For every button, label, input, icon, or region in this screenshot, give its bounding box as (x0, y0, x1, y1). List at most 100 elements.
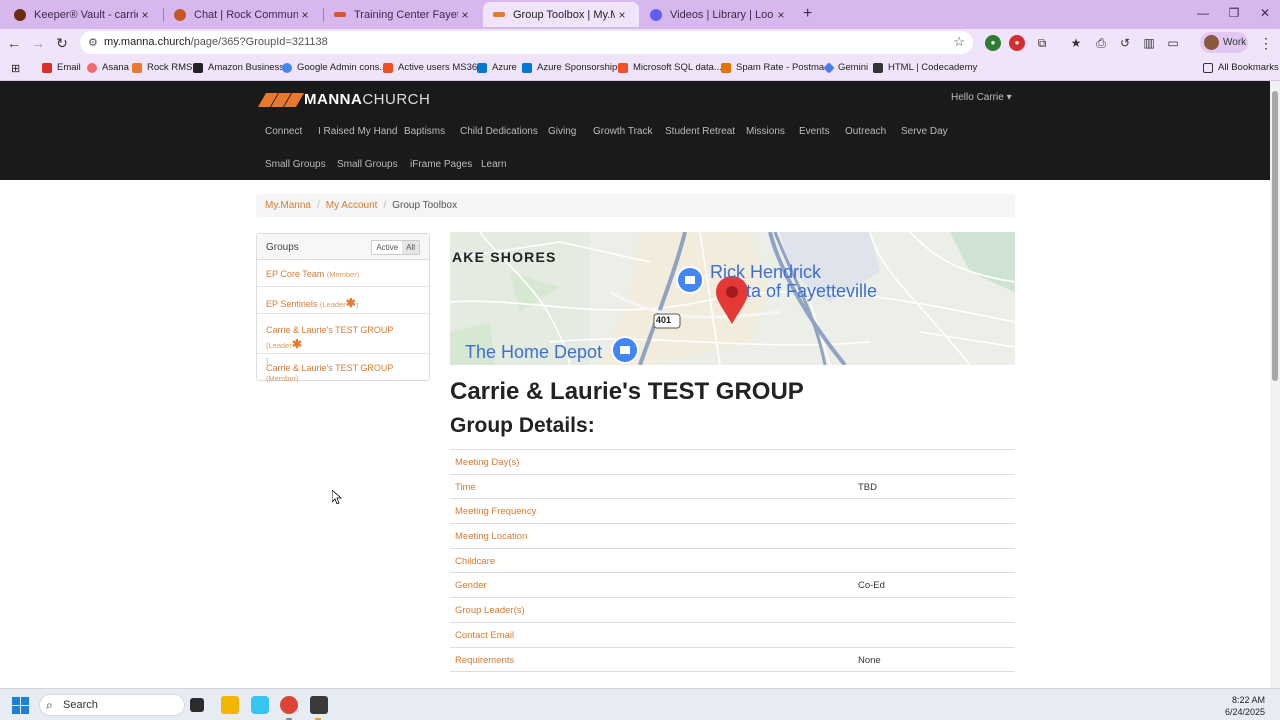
map-label: Rick Hendrick (710, 262, 822, 282)
taskbar-search[interactable]: ⌕ Search (39, 694, 185, 716)
nav-baptisms[interactable]: Baptisms (404, 126, 445, 137)
breadcrumb-my-manna[interactable]: My.Manna (265, 200, 311, 211)
bookmark-rock-rms[interactable]: Rock RMS (132, 62, 192, 73)
map-label: ta of Fayetteville (746, 281, 878, 301)
close-tab-icon[interactable]: × (298, 8, 312, 22)
manna-favicon-icon (334, 12, 346, 17)
url-text: my.manna.church/page/365?GroupId=321138 (104, 36, 328, 48)
bookmark-sql[interactable]: Microsoft SQL data... (618, 62, 722, 73)
manna-favicon-icon (493, 12, 505, 17)
browser-tab[interactable]: Keeper® Vault - carrie.daws@m × (4, 2, 162, 27)
nav-small-groups[interactable]: Small Groups (265, 159, 326, 170)
group-list-item[interactable]: EP Core Team (Member) (257, 260, 429, 287)
road-shield: 401 (656, 315, 672, 325)
forward-icon[interactable]: → (29, 34, 47, 52)
groups-panel: Groups Active All EP Core Team (Member) … (256, 233, 430, 383)
tab-label: Keeper® Vault - carrie.daws@m (34, 8, 138, 21)
bookmark-postmark[interactable]: Spam Rate - Postma... (721, 62, 832, 73)
profile-button[interactable]: Work (1200, 32, 1248, 53)
extension-icon[interactable]: ● (1009, 35, 1025, 51)
print-icon[interactable]: ⎙ (1093, 35, 1109, 51)
breadcrumb-my-account[interactable]: My Account (326, 200, 378, 211)
nav-outreach[interactable]: Outreach (845, 126, 886, 137)
group-list-item-selected[interactable]: Carrie & Laurie's TEST GROUP (Leader✱) (257, 314, 429, 365)
site-info-icon[interactable]: ⚙ (88, 36, 98, 49)
reload-icon[interactable]: ↻ (53, 34, 71, 52)
tab-label: Training Center Fayetteville | Ro (354, 8, 458, 21)
detail-row: Contact Email (450, 623, 1015, 648)
bookmark-email[interactable]: Email (42, 62, 81, 73)
nav-missions[interactable]: Missions (746, 126, 785, 137)
close-window-icon[interactable]: ✕ (1255, 6, 1275, 20)
nav-growth-track[interactable]: Growth Track (593, 126, 652, 137)
bookmark-google-admin[interactable]: Google Admin cons... (282, 62, 387, 73)
bookmark-gemini[interactable]: Gemini (823, 61, 868, 74)
group-location-map[interactable]: AKE SHORES Rick Hendrick ta of Fayettevi… (450, 232, 1015, 365)
bookmark-amazon-business[interactable]: Amazon Business (193, 62, 284, 73)
all-bookmarks-button[interactable]: All Bookmarks (1203, 62, 1279, 73)
menu-kebab-icon[interactable]: ⋮ (1257, 34, 1275, 52)
chrome-icon[interactable] (280, 696, 298, 714)
bookmark-star-icon[interactable]: ☆ (953, 34, 965, 50)
filter-active-button[interactable]: Active (372, 241, 403, 254)
detail-row: Meeting Frequency (450, 499, 1015, 525)
nav-events[interactable]: Events (799, 126, 830, 137)
nav-small-groups-2[interactable]: Small Groups (337, 159, 398, 170)
keeper-favicon-icon (14, 8, 26, 21)
close-tab-icon[interactable]: × (774, 8, 788, 22)
file-explorer-icon[interactable] (221, 696, 239, 714)
close-tab-icon[interactable]: × (615, 8, 629, 22)
browser-toolbar: ← → ↻ ⚙ my.manna.church/page/365?GroupId… (0, 29, 1280, 56)
bookmark-ms365[interactable]: Active users MS365 (383, 62, 482, 73)
bookmark-azure-sponsorships[interactable]: Azure Sponsorships (522, 62, 622, 73)
apps-grid-icon[interactable]: ⊞ (11, 62, 20, 75)
nav-student-retreat[interactable]: Student Retreat (665, 126, 735, 137)
nav-iframe-pages[interactable]: iFrame Pages (410, 159, 472, 170)
minimize-icon[interactable]: — (1193, 6, 1213, 20)
bookmark-asana[interactable]: Asana (87, 62, 129, 73)
history-icon[interactable]: ↺ (1117, 35, 1133, 51)
detail-row: Meeting Location (450, 524, 1015, 549)
nav-learn[interactable]: Learn (481, 159, 507, 170)
delete-icon[interactable]: ▥ (1141, 35, 1157, 51)
group-list-item[interactable]: EP Sentinels (Leader✱) (257, 287, 429, 314)
nav-giving[interactable]: Giving (548, 126, 576, 137)
browser-tab[interactable]: Training Center Fayetteville | Ro × (324, 2, 482, 27)
system-clock[interactable]: 8:22 AM 6/24/2025 (1225, 694, 1265, 718)
bookmark-azure[interactable]: Azure (477, 62, 517, 73)
sticky-notes-icon[interactable] (310, 696, 328, 714)
task-view-icon[interactable] (190, 698, 204, 712)
group-details-table: Meeting Day(s) Time TBD Meeting Frequency… (450, 449, 1015, 673)
nav-i-raised-my-hand[interactable]: I Raised My Hand (318, 126, 397, 137)
amazon-icon (193, 62, 203, 73)
leader-star-icon: ✱ (291, 337, 302, 351)
nav-connect[interactable]: Connect (265, 126, 302, 137)
extension-icon[interactable]: ● (985, 35, 1001, 51)
tab-label: Videos | Library | Loom (670, 8, 774, 21)
bookmarks-bar: ⊞ Email Asana Rock RMS Amazon Business G… (0, 56, 1280, 81)
close-tab-icon[interactable]: × (458, 8, 472, 22)
browser-tab[interactable]: Chat | Rock Community × (164, 2, 322, 27)
bookmarks-icon[interactable]: ★ (1068, 35, 1084, 51)
windows-start-icon[interactable] (12, 697, 29, 714)
cast-icon[interactable]: ▭ (1165, 35, 1181, 51)
address-bar[interactable]: ⚙ my.manna.church/page/365?GroupId=32113… (80, 31, 973, 54)
extensions-puzzle-icon[interactable]: ⧉ (1034, 35, 1050, 51)
scrollbar-thumb[interactable] (1272, 91, 1278, 381)
filter-all-button[interactable]: All (402, 241, 419, 254)
detail-row: Gender Co-Ed (450, 573, 1015, 599)
back-icon[interactable]: ← (5, 34, 23, 52)
nav-serve-day[interactable]: Serve Day (901, 126, 948, 137)
restore-icon[interactable]: ❐ (1224, 6, 1244, 20)
manna-logo[interactable]: MANNACHURCH (257, 91, 430, 108)
slack-icon[interactable] (251, 696, 269, 714)
new-tab-button[interactable]: + (803, 5, 819, 23)
bookmark-codecademy[interactable]: HTML | Codecademy (873, 62, 977, 73)
browser-tab[interactable]: Videos | Library | Loom × (640, 2, 798, 27)
close-tab-icon[interactable]: × (138, 8, 152, 22)
page-scrollbar[interactable] (1270, 81, 1280, 688)
group-list-item[interactable]: Carrie & Laurie's TEST GROUP (Member) (257, 354, 429, 383)
nav-child-dedications[interactable]: Child Dedications (460, 126, 538, 137)
browser-tab-active[interactable]: Group Toolbox | My.Manna × (483, 2, 639, 27)
user-menu[interactable]: Hello Carrie ▾ (951, 92, 1012, 103)
